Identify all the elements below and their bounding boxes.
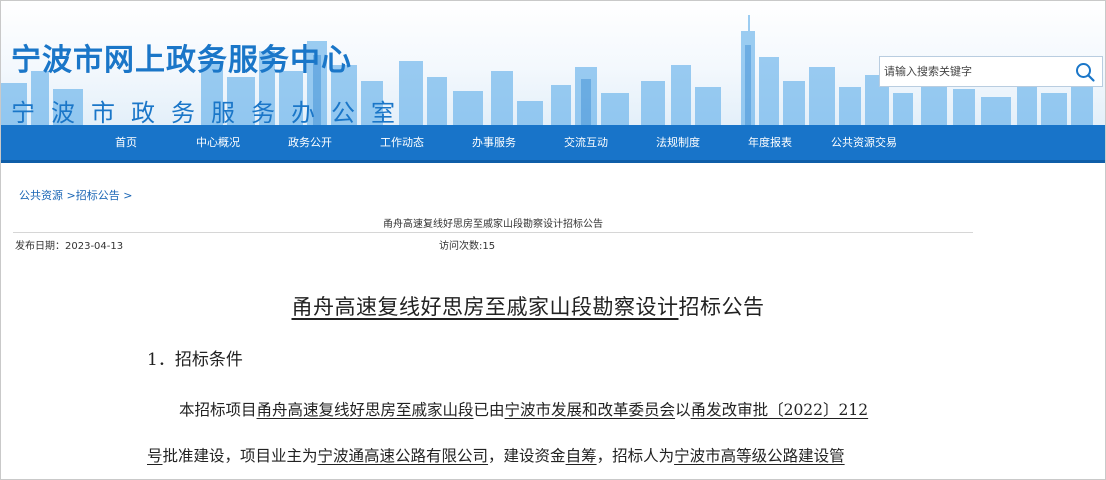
nav-item-government-affairs[interactable]: 政务公开: [279, 125, 341, 160]
p1-approving-authority: 宁波市发展和改革委员会: [504, 401, 676, 419]
p1-text-2: 已由: [473, 401, 505, 419]
nav-item-center-overview[interactable]: 中心概况: [187, 125, 249, 160]
p2-tenderer: 宁波市高等级公路建设管: [674, 447, 845, 465]
paragraph-line-1: 本招标项目甬舟高速复线好思房至戚家山段已由宁波市发展和改革委员会以甬发改审批〔2…: [147, 398, 897, 420]
visit-count: 访问次数:15: [439, 241, 496, 252]
search-input[interactable]: [880, 57, 1070, 86]
paragraph-line-2: 号批准建设，项目业主为宁波通高速公路有限公司，建设资金自筹，招标人为宁波市高等级…: [147, 444, 897, 466]
breadcrumb-public-resources[interactable]: 公共资源: [19, 189, 63, 202]
nav-item-public-resource-trading[interactable]: 公共资源交易: [821, 125, 907, 160]
document-title-tail: 招标公告: [678, 295, 765, 319]
p2-text-1: 批准建设，项目业主为: [162, 447, 318, 465]
breadcrumb-trailing-separator: >: [123, 189, 133, 202]
document-title: 甬舟高速复线好思房至戚家山段勘察设计招标公告: [13, 291, 1043, 321]
nav-item-interaction[interactable]: 交流互动: [555, 125, 617, 160]
nav-item-work-news[interactable]: 工作动态: [371, 125, 433, 160]
nav-item-annual-reports[interactable]: 年度报表: [739, 125, 801, 160]
site-subtitle: 宁波市政务服务办公室: [11, 99, 411, 125]
p1-approval-number: 甬发改审批〔2022〕212: [690, 401, 869, 419]
section-heading-tender-conditions: 1．招标条件: [147, 350, 243, 370]
main-nav: 首页 中心概况 政务公开 工作动态 办事服务 交流互动 法规制度 年度报表 公共…: [1, 125, 1105, 163]
p2-project-owner: 宁波通高速公路有限公司: [317, 447, 489, 465]
document-title-underlined: 甬舟高速复线好思房至戚家山段勘察设计: [291, 295, 679, 319]
p1-project-name: 甬舟高速复线好思房至戚家山段: [256, 401, 474, 419]
header-divider: [13, 232, 973, 233]
site-header: 宁波市网上政务服务中心 宁波市政务服务办公室: [1, 1, 1105, 125]
p2-text-2: ，建设资金: [488, 447, 566, 465]
p2-approval-number-tail: 号: [147, 447, 163, 465]
publish-date: 发布日期：2023-04-13: [15, 241, 124, 252]
p1-text-3: 以: [675, 401, 691, 419]
search-icon[interactable]: [1074, 61, 1096, 83]
search-box: [879, 56, 1103, 87]
nav-item-home[interactable]: 首页: [101, 125, 151, 160]
p2-text-3: ，招标人为: [596, 447, 675, 465]
p1-text-1: 本招标项目: [179, 401, 257, 419]
article-header-title: 甬舟高速复线好思房至戚家山段勘察设计招标公告: [383, 219, 603, 230]
nav-item-regulations[interactable]: 法规制度: [647, 125, 709, 160]
page-frame: 宁波市网上政务服务中心 宁波市政务服务办公室 首页 中心概况 政务公开 工作动态…: [0, 0, 1106, 480]
breadcrumb-separator: >: [66, 189, 76, 202]
breadcrumb: 公共资源 >招标公告 >: [19, 187, 132, 203]
breadcrumb-tender-notice[interactable]: 招标公告: [76, 189, 120, 202]
nav-item-services[interactable]: 办事服务: [463, 125, 525, 160]
p2-funding-source: 自筹: [565, 447, 597, 465]
site-title[interactable]: 宁波市网上政务服务中心: [11, 35, 352, 79]
